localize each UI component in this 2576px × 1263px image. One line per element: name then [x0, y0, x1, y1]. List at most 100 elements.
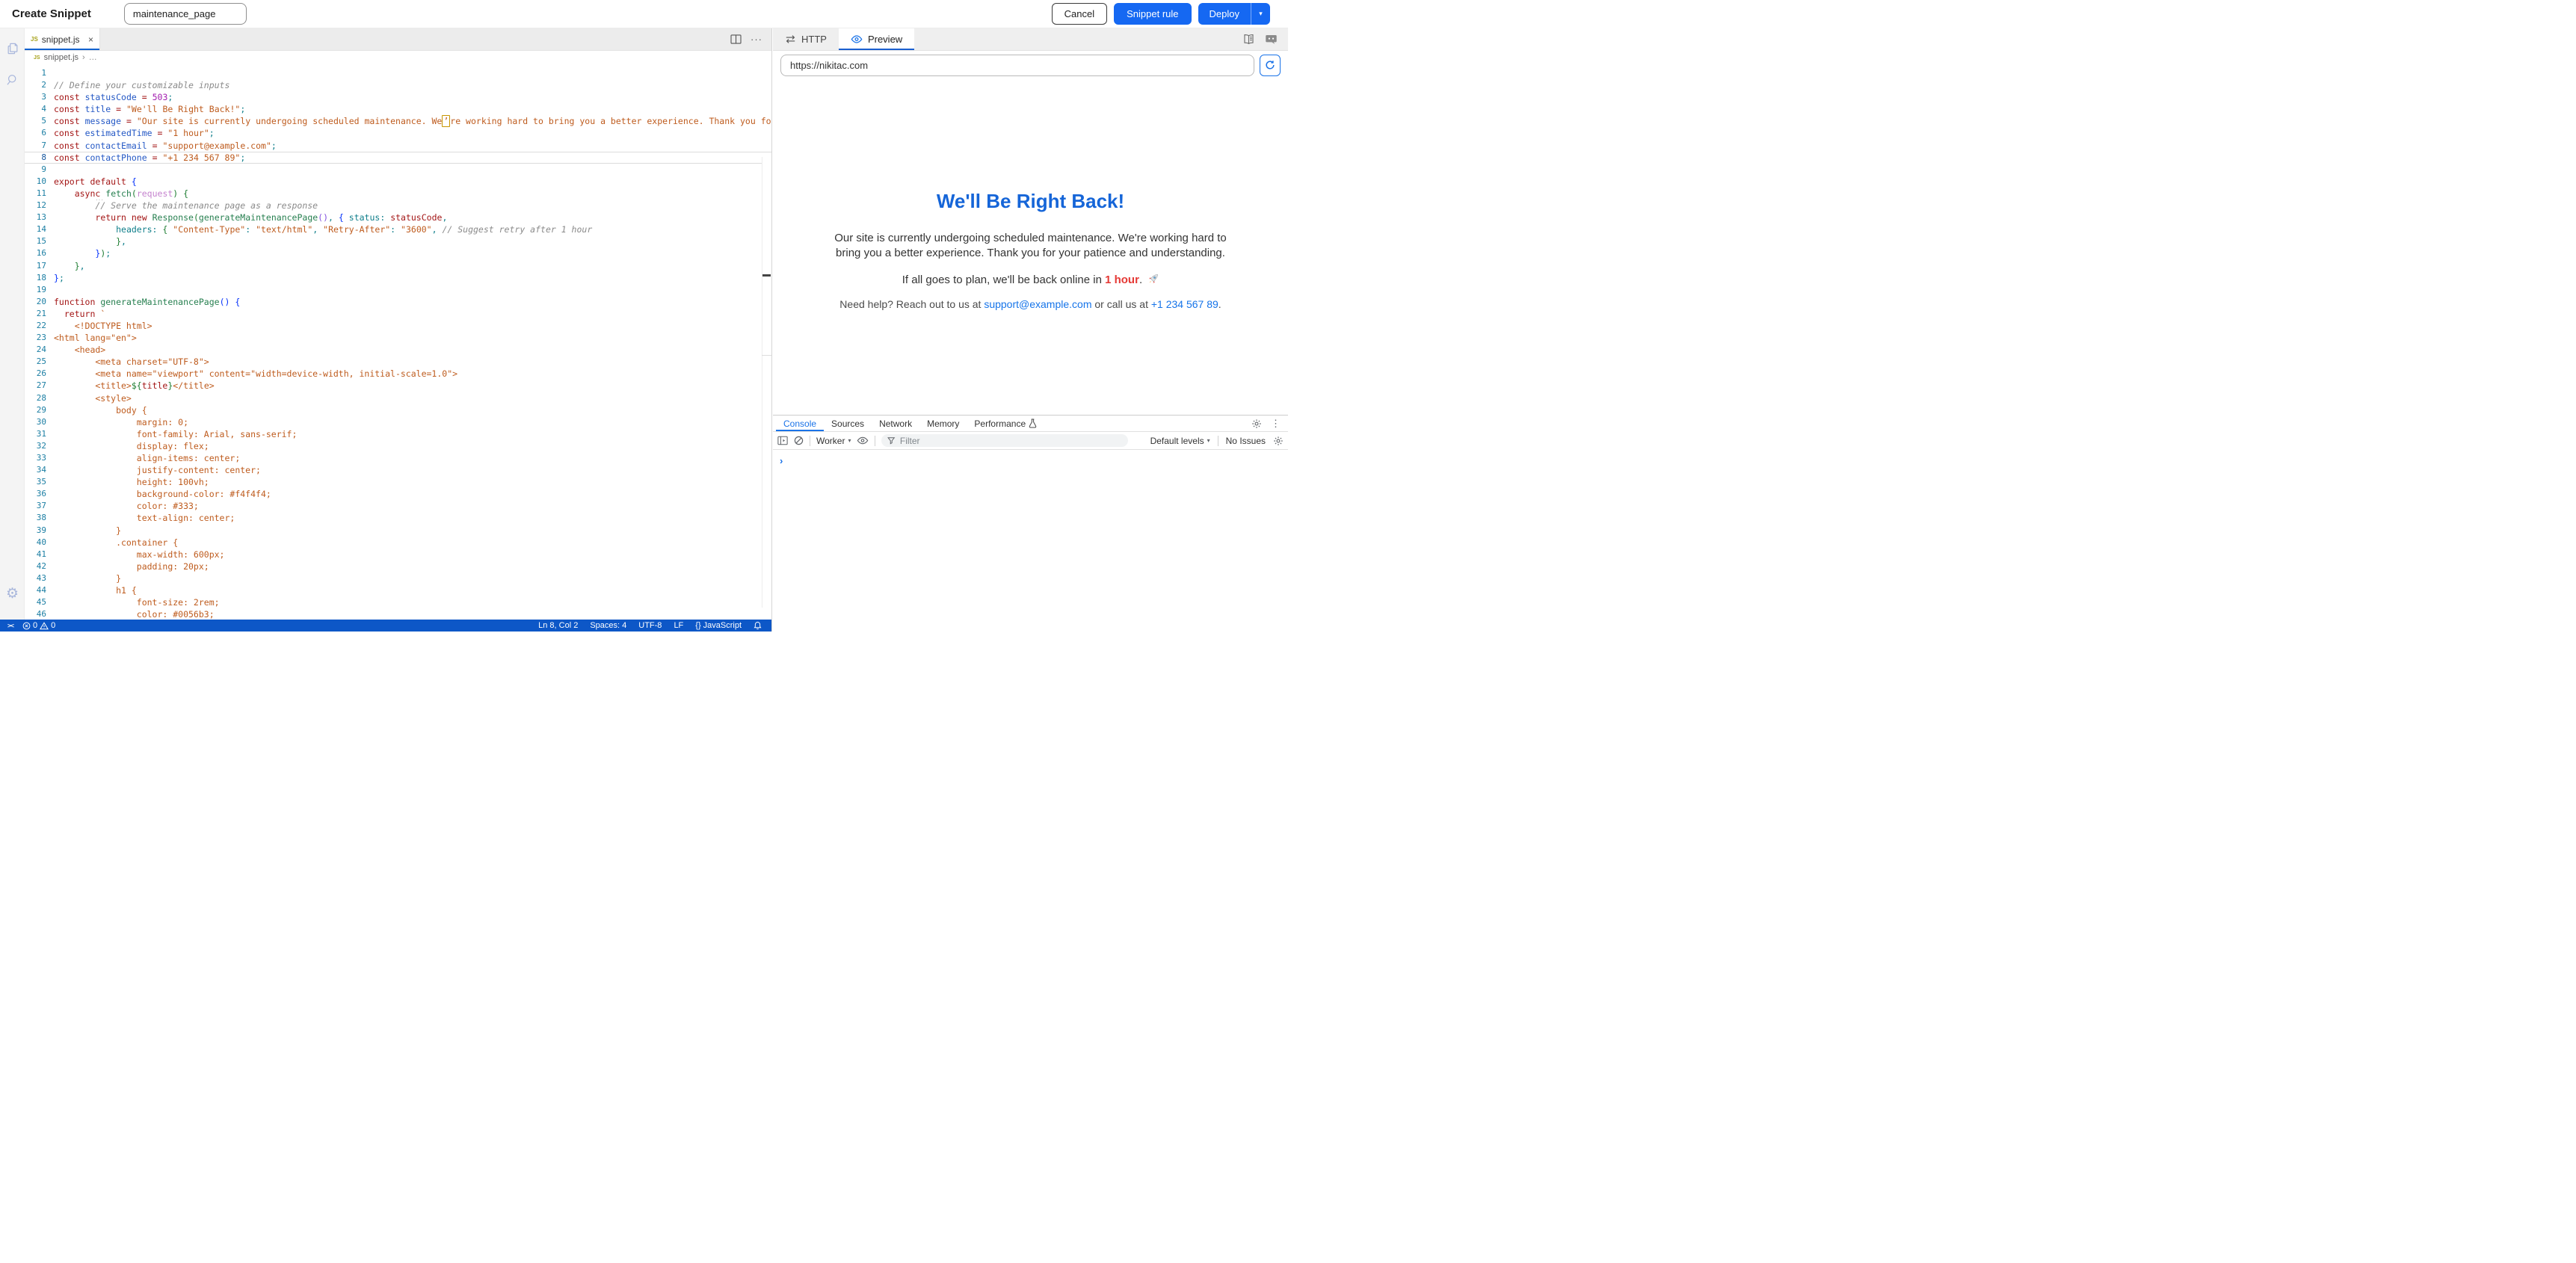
code-line[interactable]: 17 }, [25, 260, 771, 272]
code-line[interactable]: 13 return new Response(generateMaintenan… [25, 211, 771, 223]
discord-chat-icon[interactable] [1265, 34, 1278, 45]
line-number: 21 [25, 308, 50, 320]
code-line[interactable]: 30 margin: 0; [25, 416, 771, 428]
code-line[interactable]: 14 headers: { "Content-Type": "text/html… [25, 223, 771, 235]
code-line[interactable]: 5const message = "Our site is currently … [25, 115, 771, 127]
tab-snippet-js[interactable]: JS snippet.js × [25, 28, 100, 50]
code-line[interactable]: 27 <title>${title}</title> [25, 380, 771, 392]
search-icon[interactable] [4, 72, 20, 87]
cursor-position[interactable]: Ln 8, Col 2 [534, 620, 582, 632]
code-line[interactable]: 29 body { [25, 404, 771, 416]
code-line[interactable]: 18}; [25, 272, 771, 284]
code-line[interactable]: 3const statusCode = 503; [25, 91, 771, 103]
log-levels-selector[interactable]: Default levels ▾ [1150, 436, 1210, 446]
code-editor[interactable]: 12// Define your customizable inputs3con… [25, 64, 771, 620]
code-line[interactable]: 2// Define your customizable inputs [25, 79, 771, 91]
phone-link[interactable]: +1 234 567 89 [1151, 298, 1218, 310]
code-line[interactable]: 19 [25, 284, 771, 296]
remote-indicator-icon[interactable]: >< [4, 620, 16, 632]
code-line[interactable]: 39 } [25, 525, 771, 537]
files-icon[interactable] [4, 40, 20, 56]
docs-book-icon[interactable] [1242, 34, 1255, 45]
console-prompt[interactable]: › [780, 455, 783, 466]
code-line[interactable]: 24 <head> [25, 344, 771, 356]
deploy-dropdown-caret-icon[interactable]: ▾ [1251, 3, 1270, 25]
cancel-button[interactable]: Cancel [1052, 3, 1107, 25]
code-line[interactable]: 34 justify-content: center; [25, 464, 771, 476]
code-line[interactable]: 16 }); [25, 247, 771, 259]
problems-indicator[interactable]: 0 0 [19, 620, 58, 632]
code-line[interactable]: 6const estimatedTime = "1 hour"; [25, 127, 771, 139]
snippet-name-input[interactable] [124, 3, 247, 25]
code-line[interactable]: 44 h1 { [25, 584, 771, 596]
code-line[interactable]: 35 height: 100vh; [25, 476, 771, 488]
code-line[interactable]: 15 }, [25, 235, 771, 247]
tab-http[interactable]: HTTP [773, 28, 839, 50]
code-line[interactable]: 42 padding: 20px; [25, 561, 771, 572]
split-editor-icon[interactable] [730, 34, 742, 44]
code-line[interactable]: 41 max-width: 600px; [25, 549, 771, 561]
tab-console[interactable]: Console [776, 416, 824, 431]
code-line[interactable]: 28 <style> [25, 392, 771, 404]
more-actions-icon[interactable]: ··· [751, 34, 762, 45]
breadcrumb-file[interactable]: snippet.js [44, 53, 78, 62]
code-line[interactable]: 8const contactPhone = "+1 234 567 89"; [25, 152, 771, 164]
code-line[interactable]: 38 text-align: center; [25, 512, 771, 524]
console-filter[interactable] [881, 434, 1128, 447]
eol-sequence[interactable]: LF [670, 620, 687, 632]
code-line[interactable]: 9 [25, 164, 771, 176]
console-sidebar-toggle-icon[interactable] [777, 436, 788, 445]
code-line[interactable]: 7const contactEmail = "support@example.c… [25, 140, 771, 152]
code-line[interactable]: 46 color: #0056b3; [25, 608, 771, 620]
devtools-settings-gear-icon[interactable] [1251, 419, 1262, 429]
snippet-rule-button[interactable]: Snippet rule [1114, 3, 1191, 25]
code-line[interactable]: 25 <meta charset="UTF-8"> [25, 356, 771, 368]
code-line[interactable]: 22 <!DOCTYPE html> [25, 320, 771, 332]
tab-close-icon[interactable]: × [88, 34, 93, 45]
url-input[interactable] [780, 55, 1254, 76]
tab-preview[interactable]: Preview [839, 28, 914, 50]
deploy-button[interactable]: Deploy [1198, 3, 1251, 25]
breadcrumb[interactable]: JS snippet.js › … [25, 51, 771, 64]
filter-input[interactable] [900, 436, 1123, 446]
console-output[interactable]: › [773, 450, 1288, 468]
code-line[interactable]: 37 color: #333; [25, 500, 771, 512]
code-line[interactable]: 45 font-size: 2rem; [25, 596, 771, 608]
support-email-link[interactable]: support@example.com [984, 298, 1091, 310]
execution-context-selector[interactable]: Worker ▾ [816, 436, 851, 446]
code-line[interactable]: 32 display: flex; [25, 440, 771, 452]
editor-scrollbar[interactable] [762, 157, 771, 608]
code-line[interactable]: 21 return ` [25, 308, 771, 320]
code-line[interactable]: 33 align-items: center; [25, 452, 771, 464]
tab-sources[interactable]: Sources [824, 416, 872, 431]
notifications-bell-icon[interactable] [750, 620, 765, 632]
devtools-kebab-menu-icon[interactable]: ⋮ [1271, 418, 1281, 430]
breadcrumb-more[interactable]: … [89, 53, 97, 62]
clear-console-icon[interactable] [794, 436, 804, 445]
code-line[interactable]: 4const title = "We'll Be Right Back!"; [25, 103, 771, 115]
code-line[interactable]: 1 [25, 67, 771, 79]
encoding[interactable]: UTF-8 [635, 620, 665, 632]
code-line[interactable]: 40 .container { [25, 537, 771, 549]
code-line[interactable]: 20function generateMaintenancePage() { [25, 296, 771, 308]
code-line[interactable]: 10export default { [25, 176, 771, 188]
tab-network[interactable]: Network [872, 416, 919, 431]
code-line[interactable]: 23<html lang="en"> [25, 332, 771, 344]
line-number: 35 [25, 476, 50, 488]
refresh-button[interactable] [1260, 55, 1281, 76]
caret-down-icon: ▾ [1207, 437, 1210, 444]
indentation[interactable]: Spaces: 4 [586, 620, 630, 632]
code-line[interactable]: 26 <meta name="viewport" content="width=… [25, 368, 771, 380]
settings-gear-icon[interactable]: ⚙ [4, 586, 20, 602]
code-line[interactable]: 12 // Serve the maintenance page as a re… [25, 200, 771, 211]
issues-counter[interactable]: No Issues [1226, 436, 1266, 446]
language-mode[interactable]: {} JavaScript [691, 620, 745, 632]
code-line[interactable]: 43 } [25, 572, 771, 584]
live-expression-eye-icon[interactable] [857, 436, 869, 445]
code-line[interactable]: 11 async fetch(request) { [25, 188, 771, 200]
tab-memory[interactable]: Memory [919, 416, 967, 431]
tab-performance[interactable]: Performance [967, 416, 1044, 431]
console-settings-gear-icon[interactable] [1273, 436, 1284, 446]
code-line[interactable]: 36 background-color: #f4f4f4; [25, 488, 771, 500]
code-line[interactable]: 31 font-family: Arial, sans-serif; [25, 428, 771, 440]
